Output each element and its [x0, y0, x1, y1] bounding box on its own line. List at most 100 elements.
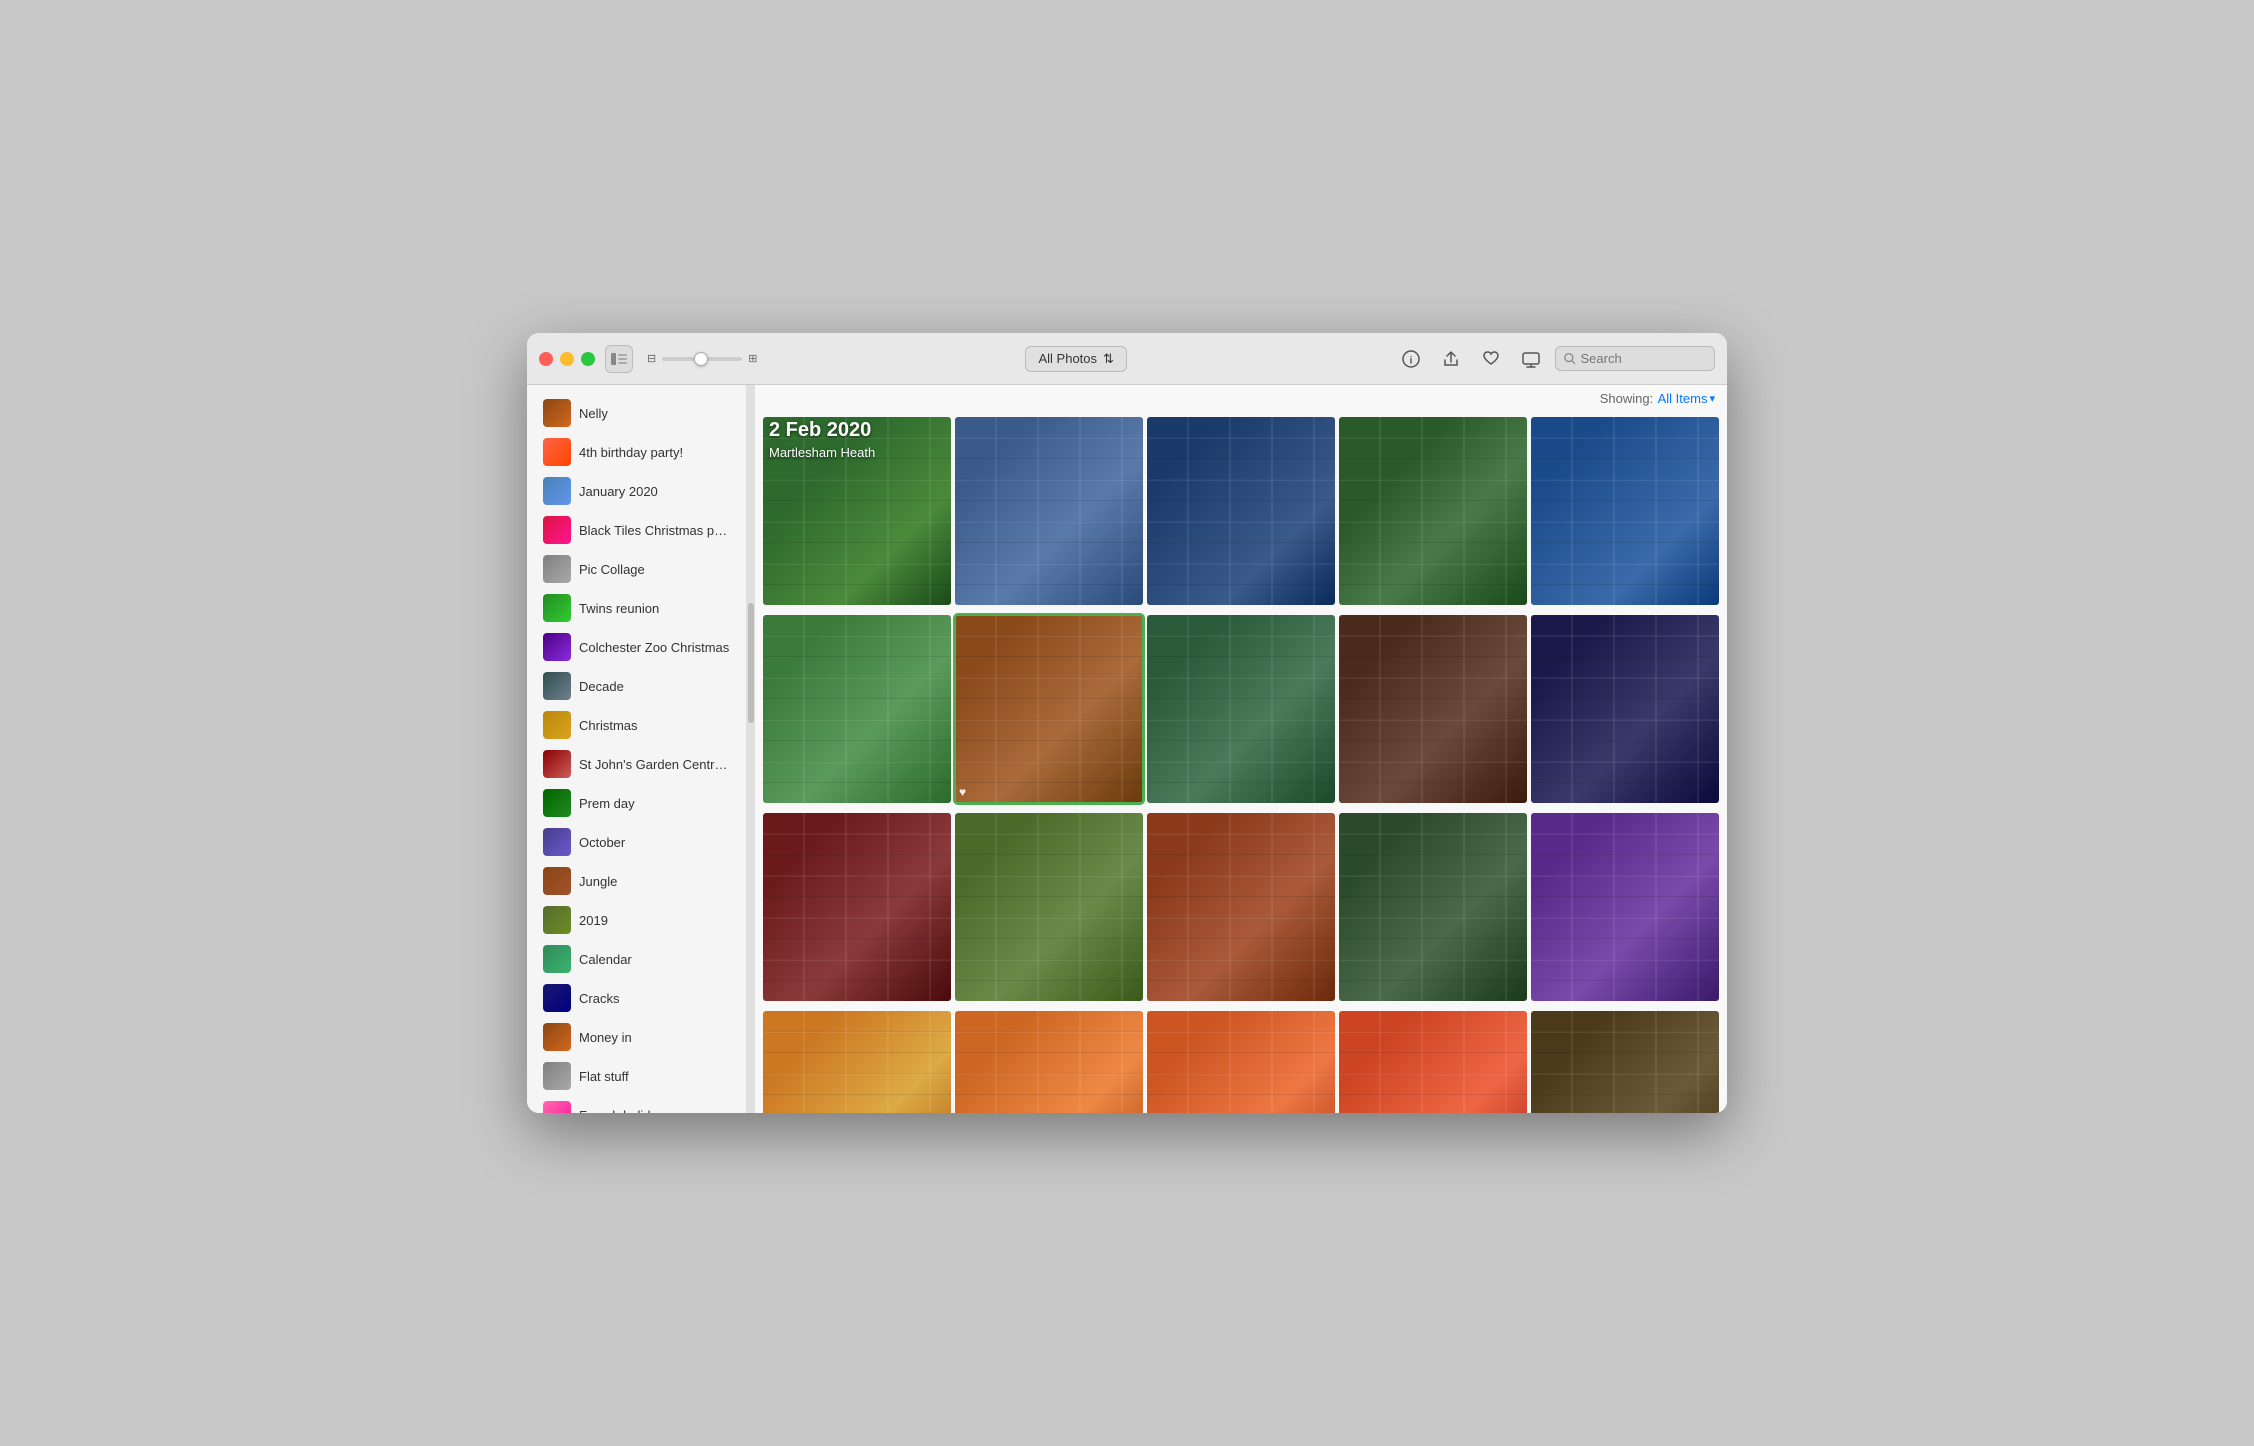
photo-cell-p5[interactable] — [1531, 417, 1719, 605]
photo-cell-p15[interactable] — [1531, 813, 1719, 1001]
sidebar-scroll-thumb[interactable] — [748, 603, 754, 723]
sidebar-item-decade[interactable]: Decade — [531, 667, 742, 705]
zoom-out-icon: ⊟ — [647, 352, 656, 365]
sidebar-label-flat-stuff: Flat stuff — [579, 1069, 629, 1084]
sidebar-thumb-christmas — [543, 711, 571, 739]
slideshow-icon — [1522, 350, 1540, 368]
sidebar-item-cracks[interactable]: Cracks — [531, 979, 742, 1017]
sidebar-item-colchester-zoo[interactable]: Colchester Zoo Christmas — [531, 628, 742, 666]
photo-row-row1: 2 Feb 2020Martlesham Heath — [759, 413, 1723, 609]
maximize-button[interactable] — [581, 352, 595, 366]
photo-cell-p6[interactable] — [763, 615, 951, 803]
search-input[interactable] — [1580, 351, 1706, 366]
photo-row-row4: 1:300:16 — [759, 1007, 1723, 1113]
sidebar-item-flat-stuff[interactable]: Flat stuff — [531, 1057, 742, 1095]
zoom-slider-group: ⊟ ⊞ — [647, 352, 757, 365]
photo-grid-row3 — [759, 809, 1723, 1005]
info-icon: i — [1402, 350, 1420, 368]
photo-cell-p16[interactable] — [763, 1011, 951, 1113]
sidebar-item-2019[interactable]: 2019 — [531, 901, 742, 939]
sidebar-item-october[interactable]: October — [531, 823, 742, 861]
sidebar-item-st-johns[interactable]: St John's Garden Centre C... — [531, 745, 742, 783]
share-button[interactable] — [1435, 343, 1467, 375]
sidebar-thumb-st-johns — [543, 750, 571, 778]
photo-cell-p10[interactable] — [1531, 615, 1719, 803]
search-icon — [1564, 352, 1575, 365]
heart-icon — [1482, 350, 1500, 368]
titlebar-center: All Photos ⇅ — [767, 346, 1385, 372]
sidebar-item-prem-day[interactable]: Prem day — [531, 784, 742, 822]
sidebar-item-nelly[interactable]: Nelly — [531, 394, 742, 432]
sidebar-item-money-in[interactable]: Money in — [531, 1018, 742, 1056]
photo-cell-p13[interactable] — [1147, 813, 1335, 1001]
view-dropdown-chevron: ⇅ — [1103, 351, 1114, 367]
view-dropdown-label: All Photos — [1038, 351, 1097, 366]
sidebar-thumb-prem-day — [543, 789, 571, 817]
slideshow-button[interactable] — [1515, 343, 1547, 375]
sidebar-thumb-flat-stuff — [543, 1062, 571, 1090]
sidebar-item-4th-birthday[interactable]: 4th birthday party! — [531, 433, 742, 471]
sidebar-thumb-january-2020 — [543, 477, 571, 505]
sidebar-label-decade: Decade — [579, 679, 624, 694]
svg-text:i: i — [1410, 355, 1413, 366]
sidebar-item-calendar[interactable]: Calendar — [531, 940, 742, 978]
sidebar-item-twins-reunion[interactable]: Twins reunion — [531, 589, 742, 627]
photo-cell-p19[interactable]: 0:16 — [1339, 1011, 1527, 1113]
showing-chevron[interactable]: ▾ — [1709, 392, 1715, 405]
photo-row-row2: ♥ — [759, 611, 1723, 807]
photo-cell-p4[interactable] — [1339, 417, 1527, 605]
sidebar-thumb-decade — [543, 672, 571, 700]
sidebar-thumb-cracks — [543, 984, 571, 1012]
sidebar-thumb-pic-collage — [543, 555, 571, 583]
photo-cell-p12[interactable] — [955, 813, 1143, 1001]
close-button[interactable] — [539, 352, 553, 366]
zoom-thumb[interactable] — [694, 352, 708, 366]
sidebar-label-st-johns: St John's Garden Centre C... — [579, 757, 730, 772]
sidebar-label-black-tiles: Black Tiles Christmas part... — [579, 523, 730, 538]
sidebar-thumb-colchester-zoo — [543, 633, 571, 661]
sidebar-thumb-october — [543, 828, 571, 856]
photo-cell-p2[interactable] — [955, 417, 1143, 605]
showing-prefix: Showing: — [1600, 391, 1653, 406]
photo-cell-p9[interactable] — [1339, 615, 1527, 803]
sidebar-item-jungle[interactable]: Jungle — [531, 862, 742, 900]
minimize-button[interactable] — [560, 352, 574, 366]
view-dropdown[interactable]: All Photos ⇅ — [1025, 346, 1126, 372]
photo-cell-p17[interactable] — [955, 1011, 1143, 1113]
photo-cell-p1[interactable] — [763, 417, 951, 605]
photo-cell-p8[interactable] — [1147, 615, 1335, 803]
photo-cell-p18[interactable]: 1:30 — [1147, 1011, 1335, 1113]
traffic-lights — [539, 352, 595, 366]
showing-strip: Showing: All Items ▾ — [755, 385, 1727, 411]
sidebar-thumb-french-holiday — [543, 1101, 571, 1113]
sidebar-thumb-4th-birthday — [543, 438, 571, 466]
photo-cell-p11[interactable] — [763, 813, 951, 1001]
sidebar-item-black-tiles[interactable]: Black Tiles Christmas part... — [531, 511, 742, 549]
sidebar-scrollbar[interactable] — [747, 385, 755, 1113]
info-button[interactable]: i — [1395, 343, 1427, 375]
sidebar-label-jungle: Jungle — [579, 874, 617, 889]
sidebar-item-french-holiday[interactable]: French holiday — [531, 1096, 742, 1113]
favorites-button[interactable] — [1475, 343, 1507, 375]
titlebar-actions: i — [1395, 343, 1715, 375]
photo-cell-p20[interactable] — [1531, 1011, 1719, 1113]
search-box[interactable] — [1555, 346, 1715, 371]
sidebar-icon — [611, 353, 627, 365]
sidebar-label-christmas: Christmas — [579, 718, 638, 733]
sidebar-item-christmas[interactable]: Christmas — [531, 706, 742, 744]
photo-cell-p14[interactable] — [1339, 813, 1527, 1001]
sidebar-thumb-nelly — [543, 399, 571, 427]
sidebar-item-pic-collage[interactable]: Pic Collage — [531, 550, 742, 588]
photo-grid-row1 — [759, 413, 1723, 609]
sidebar-label-money-in: Money in — [579, 1030, 632, 1045]
sidebar-label-2019: 2019 — [579, 913, 608, 928]
titlebar: ⊟ ⊞ All Photos ⇅ i — [527, 333, 1727, 385]
sidebar-item-january-2020[interactable]: January 2020 — [531, 472, 742, 510]
sidebar: Nelly4th birthday party!January 2020 Blac… — [527, 385, 747, 1113]
zoom-slider[interactable] — [662, 357, 742, 361]
photo-cell-p7[interactable]: ♥ — [955, 615, 1143, 803]
sidebar-label-twins-reunion: Twins reunion — [579, 601, 659, 616]
zoom-in-icon: ⊞ — [748, 352, 757, 365]
sidebar-toggle-button[interactable] — [605, 345, 633, 373]
photo-cell-p3[interactable] — [1147, 417, 1335, 605]
